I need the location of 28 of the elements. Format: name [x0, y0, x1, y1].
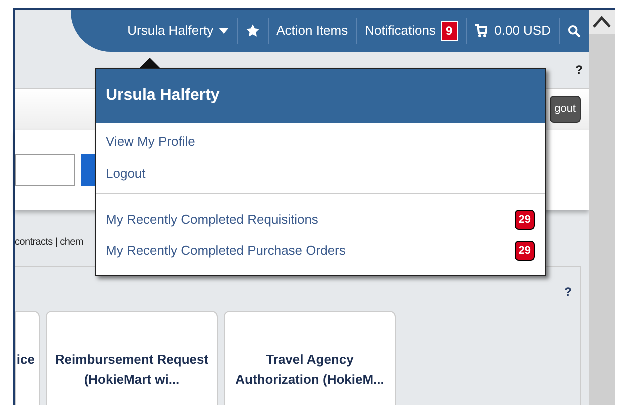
menu-link[interactable]: My Recently Completed Purchase Orders — [106, 241, 346, 261]
card-title: ice — [16, 351, 35, 369]
search-field[interactable] — [15, 154, 75, 186]
caret-icon — [218, 28, 229, 34]
notifications-link[interactable]: Notifications — [365, 21, 436, 41]
search-icon[interactable] — [568, 24, 581, 38]
count-badge: 29 — [514, 210, 535, 230]
scroll-up-icon[interactable] — [593, 16, 611, 28]
menu-link[interactable]: My Recently Completed Requisitions — [106, 210, 318, 230]
card-title: Reimbursement Request (HokieMart wi... — [54, 351, 210, 389]
cart-total[interactable]: 0.00 USD — [494, 21, 551, 41]
form-card[interactable]: Reimbursement Request (HokieMart wi... — [46, 311, 218, 405]
user-menu-button[interactable]: Ursula Halferty — [128, 21, 229, 41]
star-icon[interactable] — [246, 24, 260, 38]
help-link[interactable]: ? — [576, 61, 583, 79]
cart-icon[interactable] — [474, 24, 487, 38]
menu-link[interactable]: Logout — [106, 165, 146, 183]
notification-count: 9 — [440, 21, 458, 41]
menu-link[interactable]: View My Profile — [106, 133, 196, 151]
action-items-link[interactable]: Action Items — [276, 21, 348, 41]
form-card[interactable]: ice — [15, 311, 40, 405]
form-card[interactable]: Travel Agency Authorization (HokieM... — [224, 311, 396, 405]
count-badge: 29 — [514, 241, 535, 261]
card-title: Travel Agency Authorization (HokieM... — [234, 351, 386, 389]
help-link[interactable]: ? — [564, 283, 572, 311]
category-links[interactable]: contracts | chem — [15, 234, 84, 250]
menu-title: Ursula Halferty — [106, 86, 220, 106]
logout-button[interactable]: gout — [550, 96, 581, 123]
